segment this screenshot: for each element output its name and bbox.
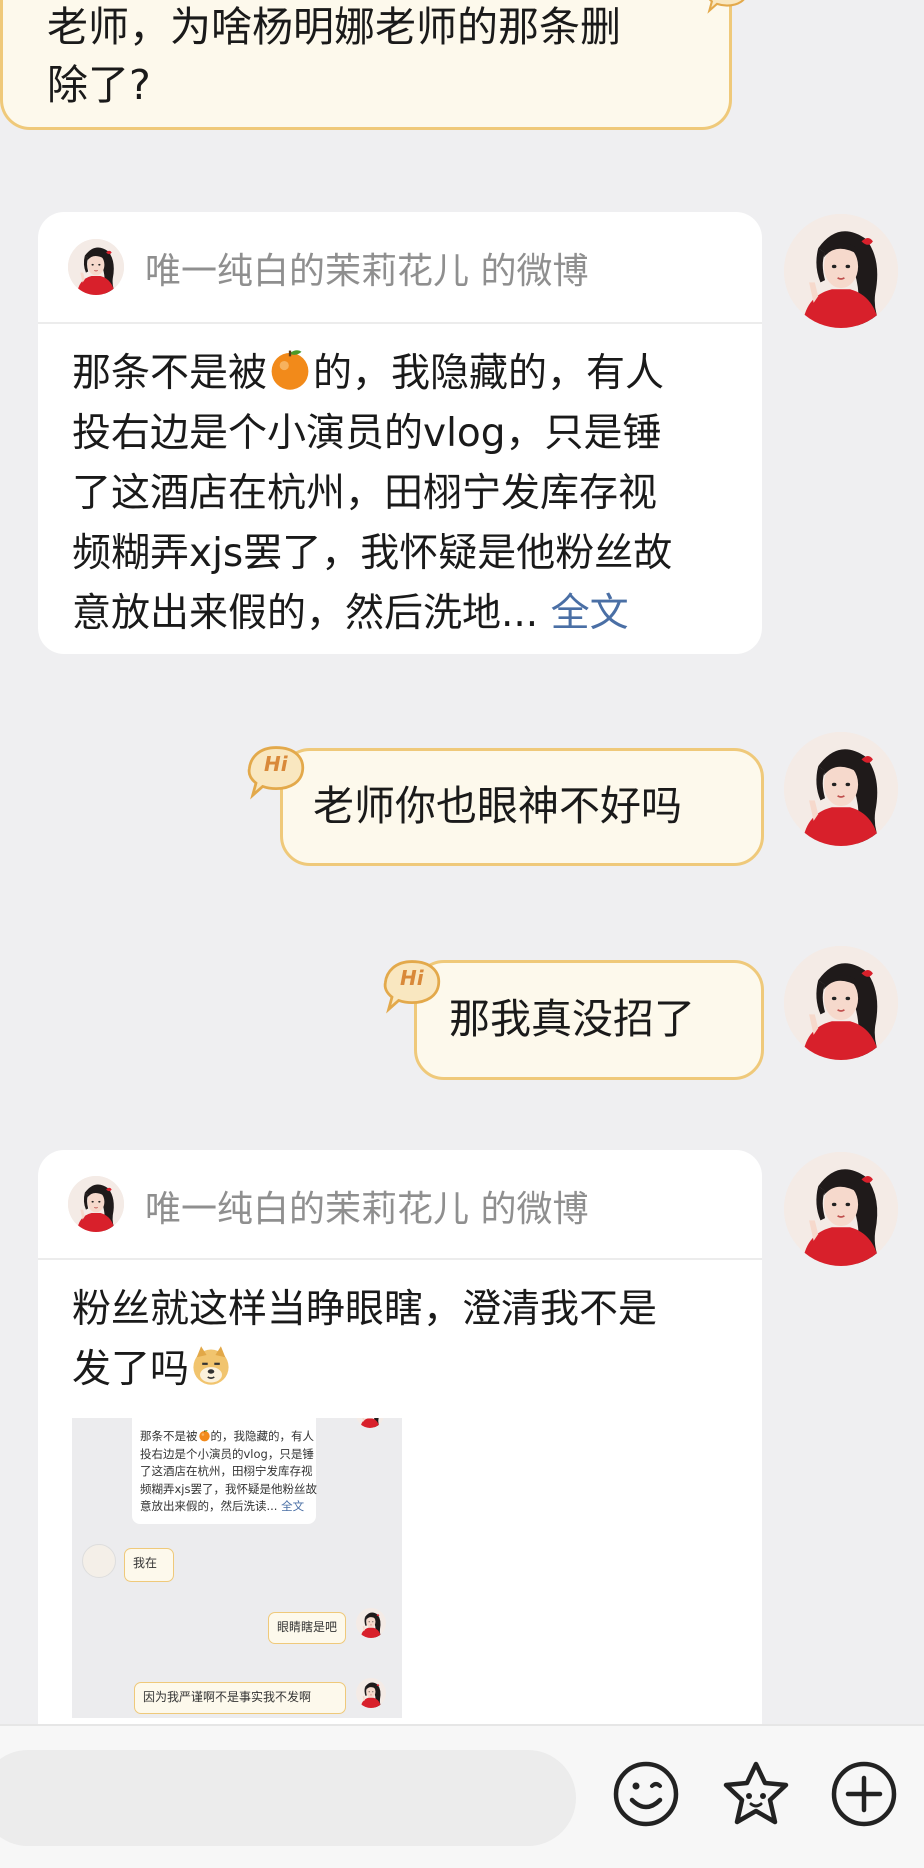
author-avatar [68,1176,124,1232]
message-input[interactable] [0,1750,576,1846]
screenshot-card: 那条不是被 的，我隐藏的，有人 投右边是个小演员的vlog，只是锤 了这酒店在杭州… [132,1418,317,1524]
screenshot-avatar [356,1418,384,1428]
screenshot-reply-bubble: 眼睛瞎是吧 [268,1612,346,1644]
star-face-icon[interactable] [720,1758,792,1830]
hi-badge-label: Hi [264,752,288,776]
user-avatar[interactable] [784,946,898,1060]
card-header: 唯一纯白的茉莉花儿 的微博 [38,1150,762,1260]
plus-circle-icon[interactable] [828,1758,900,1830]
user-avatar[interactable] [784,214,898,328]
card-content: 那条不是被 的，我隐藏的，有人 投右边是个小演员的vlog，只是锤 了这酒店在杭州… [72,344,672,644]
sent-message-bubble[interactable]: 那我真没招了 [414,960,764,1080]
screenshot-avatar [356,1678,386,1708]
message-text: 老师，为啥杨明娜老师的那条删 除了? [47,3,621,109]
embedded-screenshot-image[interactable]: 那条不是被 的，我隐藏的，有人 投右边是个小演员的vlog，只是锤 了这酒店在杭州… [72,1418,402,1718]
weibo-share-card[interactable]: 唯一纯白的茉莉花儿 的微博 那条不是被 的，我隐藏的，有人 投右边是个小演员的vl… [38,212,762,654]
screenshot-friend-avatar [82,1544,116,1578]
sent-message-bubble[interactable]: 老师，为啥杨明娜老师的那条删 除了? [0,0,732,130]
doge-emoji-icon [189,1344,233,1388]
hi-badge-label: Hi [400,966,424,990]
card-source-title: 唯一纯白的茉莉花儿 的微博 [145,251,589,292]
card-header: 唯一纯白的茉莉花儿 的微博 [38,212,762,324]
screenshot-reply-bubble: 我在 [124,1548,174,1582]
author-avatar [68,239,124,295]
chat-input-bar [0,1724,924,1868]
orange-emoji-icon [198,1429,211,1442]
card-content: 粉丝就这样当睁眼瞎，澄清我不是 发了吗 [72,1287,658,1392]
weibo-share-card[interactable]: 唯一纯白的茉莉花儿 的微博 粉丝就这样当睁眼瞎，澄清我不是 发了吗 那条不是被的… [38,1150,762,1790]
screenshot-reply-bubble: 因为我严谨啊不是事实我不发啊 [134,1682,346,1714]
smiley-face-icon[interactable] [610,1758,682,1830]
hi-badge-icon [700,0,754,14]
user-avatar[interactable] [784,1152,898,1266]
user-avatar[interactable] [784,732,898,846]
message-text: 老师你也眼神不好吗 [313,782,682,830]
card-source-title: 唯一纯白的茉莉花儿 的微博 [145,1189,589,1230]
sent-message-bubble[interactable]: 老师你也眼神不好吗 [280,748,764,866]
screenshot-avatar [356,1608,386,1638]
orange-emoji-icon [267,346,313,392]
read-more-link[interactable]: 全文 [551,591,629,636]
message-text: 那我真没招了 [449,995,695,1043]
